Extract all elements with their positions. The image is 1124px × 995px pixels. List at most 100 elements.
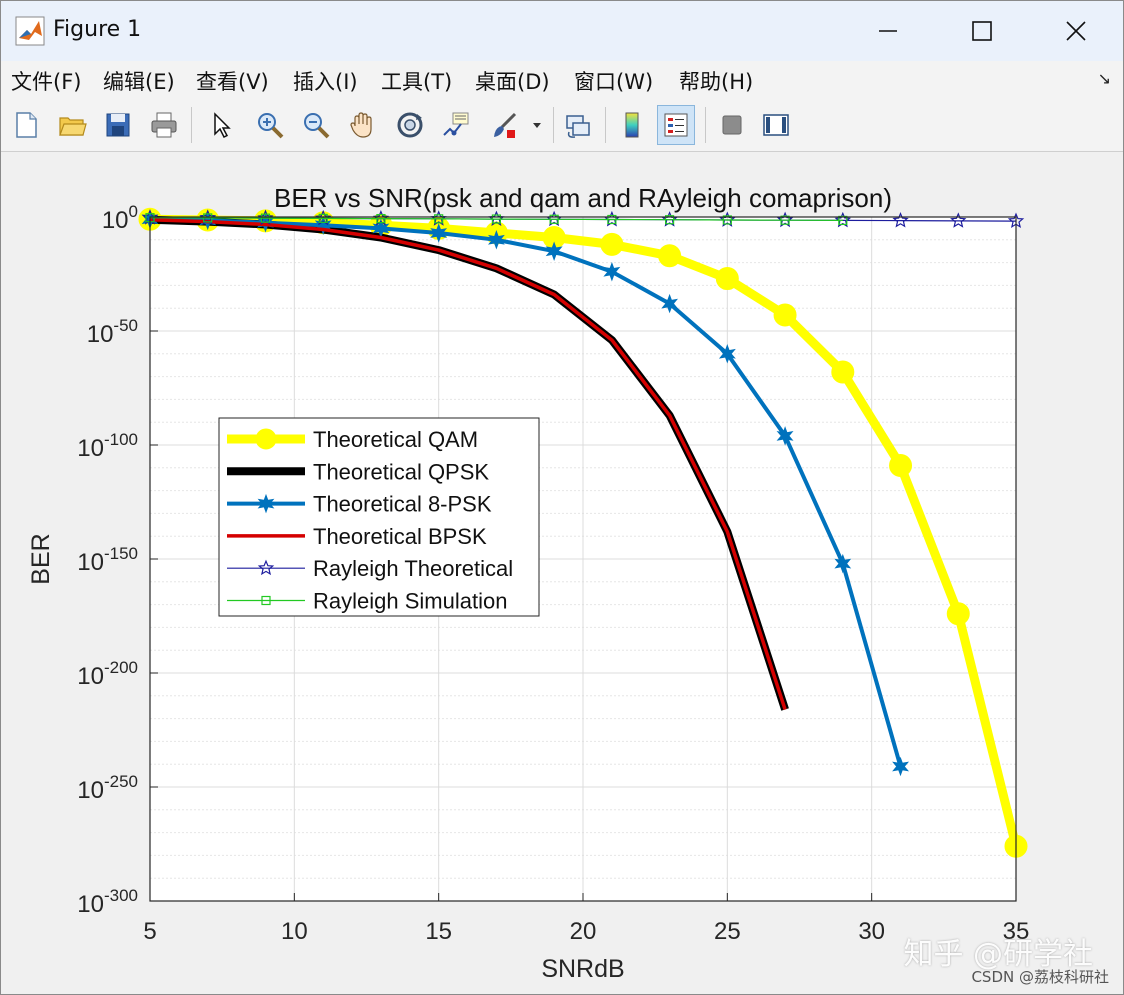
pan-icon (350, 112, 372, 138)
title-bar: Figure 1 (1, 1, 1123, 61)
data-point (600, 232, 624, 256)
x-axis-label: SNRdB (541, 955, 624, 983)
show-plot-tools-button[interactable] (757, 105, 795, 145)
figure-canvas: 100 10-50 10-100 10-150 10-200 10-250 10-300 5 1… (1, 152, 1123, 994)
maximize-icon (972, 21, 992, 41)
y-tick-label: 10-300 (77, 886, 138, 918)
y-tick-label: 10-200 (77, 658, 138, 690)
chart-title: BER vs SNR(psk and qam and RAyleigh coma… (274, 183, 892, 213)
data-cursor-icon (443, 112, 469, 136)
legend-marker (255, 428, 277, 450)
y-tick-label: 100 (102, 202, 138, 234)
toolbar-separator (553, 107, 554, 143)
data-point (946, 602, 970, 626)
brush-dropdown-button[interactable] (527, 105, 547, 145)
legend-label: Theoretical BPSK (313, 524, 487, 549)
x-tick-label: 15 (425, 918, 452, 945)
minimize-button[interactable] (865, 11, 911, 51)
new-figure-button[interactable] (7, 105, 45, 145)
zoom-out-button[interactable] (297, 105, 335, 145)
x-tick-label: 30 (858, 918, 885, 945)
y-tick-label: 10-100 (77, 430, 138, 462)
x-tick-label: 25 (714, 918, 741, 945)
legend[interactable]: Theoretical QAM Theoretical QPSK Theoretic… (218, 417, 540, 617)
colorbar-button[interactable] (613, 105, 651, 145)
menu-file[interactable]: 文件(F) (11, 66, 81, 96)
x-tick-label: 20 (570, 918, 597, 945)
data-point (889, 454, 913, 478)
toolbar (1, 99, 1123, 152)
hide-plot-tools-button[interactable] (713, 105, 751, 145)
y-tick-exponent: -250 (104, 772, 138, 791)
colorbar-icon (625, 112, 639, 138)
y-tick-exponent: -200 (104, 658, 138, 677)
chevron-down-icon (533, 123, 541, 128)
data-point (658, 244, 682, 268)
zoom-in-button[interactable] (251, 105, 289, 145)
watermark-sub: CSDN @荔枝科研社 (971, 968, 1109, 986)
menu-desktop[interactable]: 桌面(D) (475, 66, 550, 96)
minimize-icon (879, 30, 897, 32)
toolbar-separator (705, 107, 706, 143)
brush-icon (494, 112, 517, 138)
menu-tools[interactable]: 工具(T) (381, 66, 452, 96)
toolbar-separator (605, 107, 606, 143)
x-tick-label: 10 (281, 918, 308, 945)
figure-window: Figure 1 文件(F) 编辑(E) 查看(V) 插入(I) 工具(T) 桌… (0, 0, 1124, 995)
y-tick-label: 10-150 (77, 544, 138, 576)
data-point (773, 303, 797, 327)
y-tick-label: 10-50 (87, 316, 138, 348)
rotate-3d-button[interactable] (391, 105, 429, 145)
ber-chart: 10010-5010-10010-15010-20010-25010-3005 1… (27, 183, 1029, 983)
show-plot-tools-icon (763, 114, 789, 136)
new-figure-icon (16, 112, 37, 138)
legend-button[interactable] (657, 105, 695, 145)
close-button[interactable] (1053, 11, 1099, 51)
y-tick-exponent: -100 (104, 430, 138, 449)
legend-label: Theoretical QAM (313, 427, 478, 452)
link-plot-icon (566, 115, 590, 138)
maximize-button[interactable] (959, 11, 1005, 51)
window-title: Figure 1 (53, 17, 142, 42)
edit-plot-icon (214, 112, 231, 139)
close-icon (1066, 21, 1086, 41)
y-axis-label: BER (27, 533, 55, 584)
data-point (715, 267, 739, 291)
menu-help[interactable]: 帮助(H) (679, 66, 753, 96)
menu-bar: 文件(F) 编辑(E) 查看(V) 插入(I) 工具(T) 桌面(D) 窗口(W… (1, 61, 1123, 99)
y-tick-exponent: -300 (104, 886, 138, 905)
print-button[interactable] (145, 105, 183, 145)
legend-entry: Theoretical QAM (227, 427, 478, 452)
menu-insert[interactable]: 插入(I) (293, 66, 358, 96)
edit-plot-button[interactable] (201, 105, 239, 145)
link-plot-button[interactable] (559, 105, 597, 145)
legend-label: Rayleigh Theoretical (313, 556, 513, 581)
y-tick-exponent: -150 (104, 544, 138, 563)
save-button[interactable] (99, 105, 137, 145)
legend-label: Theoretical 8-PSK (313, 492, 492, 517)
menu-window[interactable]: 窗口(W) (574, 66, 653, 96)
toolbar-separator (191, 107, 192, 143)
legend-icon (664, 113, 688, 137)
print-icon (151, 112, 177, 138)
dock-arrow-icon[interactable]: ↘ (1098, 69, 1111, 88)
data-point (831, 360, 855, 384)
pan-button[interactable] (343, 105, 381, 145)
zoom-in-icon (258, 113, 284, 139)
menu-view[interactable]: 查看(V) (196, 66, 269, 96)
hide-plot-tools-icon (722, 115, 742, 135)
rotate-3d-icon (397, 112, 423, 138)
matlab-logo-icon (15, 16, 45, 46)
open-icon (59, 117, 87, 136)
zoom-out-icon (304, 113, 330, 139)
x-tick-label: 5 (143, 918, 156, 945)
y-tick-exponent: -50 (113, 316, 138, 335)
legend-label: Theoretical QPSK (313, 459, 489, 484)
brush-button[interactable] (485, 105, 523, 145)
open-button[interactable] (53, 105, 91, 145)
y-tick-exponent: 0 (129, 202, 138, 221)
menu-edit[interactable]: 编辑(E) (103, 66, 175, 96)
y-tick-label: 10-250 (77, 772, 138, 804)
save-icon (106, 113, 130, 137)
data-cursor-button[interactable] (437, 105, 475, 145)
